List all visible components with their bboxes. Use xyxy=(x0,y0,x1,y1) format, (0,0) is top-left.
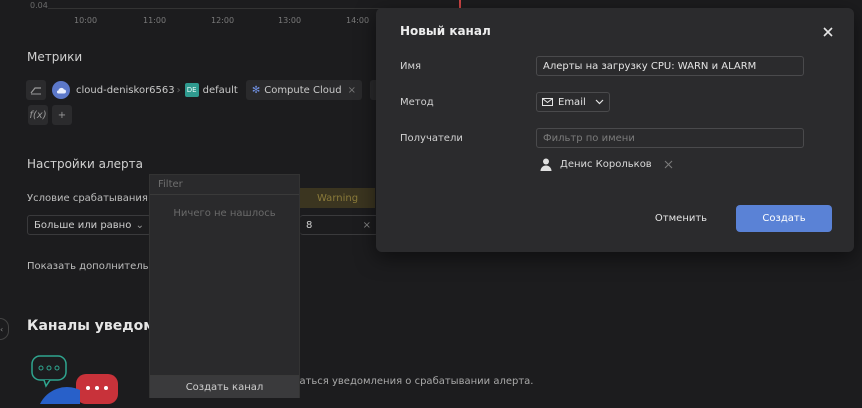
name-label: Имя xyxy=(400,61,422,72)
mail-icon xyxy=(542,98,553,106)
remove-recipient-icon[interactable] xyxy=(664,160,673,169)
service-chip[interactable]: ✻ Compute Cloud × xyxy=(245,80,362,100)
recipients-label: Получатели xyxy=(400,133,463,144)
function-label: f(x) xyxy=(29,109,47,121)
collapse-handle[interactable]: ‹ xyxy=(0,318,9,340)
x-axis-tick: 14:00 xyxy=(346,16,370,25)
chevron-down-icon xyxy=(595,99,604,105)
metric-query-row: cloud-deniskor6563 › DE default ✻ Comput… xyxy=(26,79,406,101)
function-button[interactable]: f(x) xyxy=(28,105,48,125)
recipient-name: Денис Корольков xyxy=(560,159,652,170)
remove-chip-icon[interactable]: × xyxy=(348,85,356,96)
chevron-down-icon: ⌄ xyxy=(135,219,144,231)
plus-icon: + xyxy=(57,109,67,121)
condition-label: Условие срабатывания xyxy=(27,193,148,204)
clear-icon[interactable]: × xyxy=(363,220,371,231)
recipient-item: Денис Корольков xyxy=(540,158,673,171)
cloud-name: cloud-deniskor6563 xyxy=(76,84,175,96)
add-query-button[interactable]: + xyxy=(52,105,72,125)
dropdown-empty-message: Ничего не нашлось xyxy=(173,208,276,219)
cancel-button[interactable]: Отменить xyxy=(640,205,722,232)
folder-badge: DE xyxy=(184,83,199,97)
threshold-value: 8 xyxy=(306,219,313,231)
show-more-link[interactable]: Показать дополнительные xyxy=(27,261,169,272)
close-button[interactable] xyxy=(816,20,840,44)
chart-type-icon[interactable] xyxy=(26,80,46,100)
recipients-filter-input[interactable] xyxy=(536,128,804,148)
time-marker xyxy=(459,0,461,8)
x-axis-tick: 11:00 xyxy=(143,16,167,25)
create-channel-button[interactable]: Создать канал xyxy=(150,375,299,398)
dropdown-filter-input[interactable]: Filter xyxy=(150,175,299,195)
create-button[interactable]: Создать xyxy=(736,205,832,232)
method-select[interactable]: Email xyxy=(536,92,610,112)
folder-name: default xyxy=(202,84,238,96)
condition-value: Больше или равно xyxy=(34,219,132,231)
condition-select[interactable]: Больше или равно ⌄ xyxy=(27,215,151,235)
close-icon xyxy=(823,27,833,37)
method-value: Email xyxy=(558,96,586,108)
modal-title: Новый канал xyxy=(400,24,491,38)
folder-selector[interactable]: DE default xyxy=(183,80,238,100)
name-input[interactable] xyxy=(536,56,804,76)
service-name: Compute Cloud xyxy=(264,84,342,96)
cloud-selector[interactable]: cloud-deniskor6563 › xyxy=(52,80,183,100)
metrics-title: Метрики xyxy=(27,50,83,64)
x-axis-tick: 13:00 xyxy=(278,16,302,25)
method-label: Метод xyxy=(400,97,434,108)
warning-threshold-input[interactable]: 8 × xyxy=(300,215,378,235)
new-channel-modal: Новый канал Имя Метод Email Получатели Д… xyxy=(376,8,854,252)
x-axis-tick: 12:00 xyxy=(211,16,235,25)
user-icon xyxy=(540,158,552,171)
x-axis-tick: 10:00 xyxy=(74,16,98,25)
y-axis-tick: 0.04 xyxy=(30,1,48,10)
channel-dropdown: Filter Ничего не нашлось Создать канал xyxy=(149,174,300,398)
gear-icon: ✻ xyxy=(251,84,261,96)
alert-settings-title: Настройки алерта xyxy=(27,157,143,171)
breadcrumb-separator: › xyxy=(176,84,181,96)
warning-tab[interactable]: Warning xyxy=(300,188,375,208)
chat-illustration xyxy=(28,352,128,404)
cloud-icon xyxy=(52,81,70,99)
